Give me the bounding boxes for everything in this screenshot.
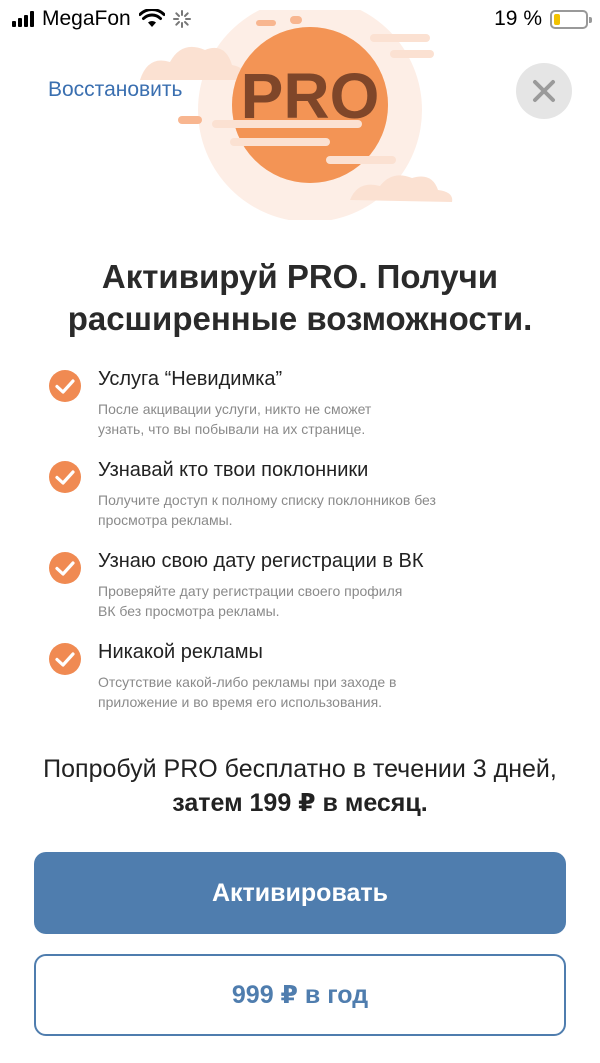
- feature-title: Услуга “Невидимка”: [98, 368, 283, 390]
- feature-item: Узнавай кто твои поклонники Получите дос…: [48, 456, 568, 547]
- trial-text: Попробуй PRO бесплатно в течении 3 дней,…: [0, 752, 600, 820]
- page-title: Активируй PRO. Получи расширенные возмож…: [0, 256, 600, 340]
- feature-title: Узнавай кто твои поклонники: [98, 459, 369, 481]
- page-title-line2: расширенные возможности.: [67, 300, 533, 337]
- close-icon: [533, 80, 555, 102]
- pro-logo: PRO: [140, 10, 453, 220]
- feature-description-line: приложение и во время его использования.: [98, 694, 383, 710]
- feature-title: Узнаю свою дату регистрации в ВК: [98, 550, 424, 572]
- feature-description-line: ВК без просмотра рекламы.: [98, 603, 280, 619]
- feature-description-line: просмотра рекламы.: [98, 512, 233, 528]
- trial-text-regular: Попробуй PRO бесплатно в течении 3 дней,: [43, 755, 557, 783]
- feature-description: Отсутствие какой-либо рекламы при заходе…: [98, 672, 568, 712]
- activate-button[interactable]: Активировать: [34, 852, 566, 934]
- trial-text-price: затем 199 ₽ в месяц.: [172, 789, 428, 817]
- pro-logo-text: PRO: [241, 60, 380, 132]
- feature-list: Услуга “Невидимка” После акцивации услуг…: [48, 365, 568, 729]
- battery-percent: 19 %: [494, 7, 542, 30]
- feature-item: Услуга “Невидимка” После акцивации услуг…: [48, 365, 568, 456]
- check-icon: [49, 370, 81, 402]
- feature-description: Проверяйте дату регистрации своего профи…: [98, 581, 568, 621]
- page-title-line1: Активируй PRO. Получи: [101, 258, 499, 295]
- check-icon: [49, 643, 81, 675]
- feature-description: После акцивации услуги, никто не сможет …: [98, 399, 568, 439]
- feature-description-line: Получите доступ к полному списку поклонн…: [98, 492, 436, 508]
- check-icon: [49, 461, 81, 493]
- feature-description-line: После акцивации услуги, никто не сможет: [98, 401, 372, 417]
- yearly-plan-button[interactable]: 999 ₽ в год: [34, 954, 566, 1036]
- feature-title: Никакой рекламы: [98, 641, 263, 663]
- feature-description: Получите доступ к полному списку поклонн…: [98, 490, 568, 530]
- status-right: 19 %: [494, 7, 592, 31]
- feature-description-line: узнать, что вы побывали на их странице.: [98, 421, 366, 437]
- feature-description-line: Проверяйте дату регистрации своего профи…: [98, 583, 403, 599]
- feature-description-line: Отсутствие какой-либо рекламы при заходе…: [98, 674, 397, 690]
- battery-icon: [550, 9, 592, 29]
- check-icon: [49, 552, 81, 584]
- restore-link[interactable]: Восстановить: [48, 78, 182, 102]
- feature-item: Никакой рекламы Отсутствие какой-либо ре…: [48, 638, 568, 729]
- feature-item: Узнаю свою дату регистрации в ВК Проверя…: [48, 547, 568, 638]
- close-button[interactable]: [516, 63, 572, 119]
- battery-fill: [554, 13, 560, 25]
